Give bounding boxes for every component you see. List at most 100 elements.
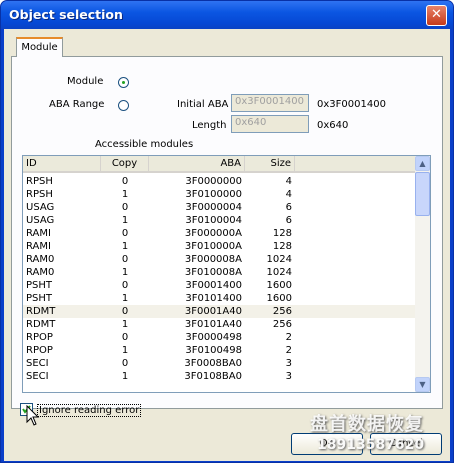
column-header-size[interactable]: Size [245,156,295,172]
cell-size: 128 [272,241,292,252]
cell-copy: 1 [121,345,129,356]
table-row[interactable]: RAM0 0 3F000008A 1024 [23,253,416,266]
radio-selected-dot [122,81,125,84]
cell-copy: 0 [121,280,129,291]
column-header-id[interactable]: ID [23,156,101,172]
cell-size: 1024 [266,267,292,278]
cell-aba: 3F0108BA0 [184,371,242,382]
title-bar[interactable]: Object selection ✕ [1,1,453,29]
cell-id: RPOP [26,332,53,343]
length-input[interactable]: 0x640 [231,115,309,133]
cell-aba: 3F0000004 [185,202,242,213]
cell-aba: 3F010000A [184,241,242,252]
close-button[interactable]: ✕ [426,5,447,26]
cell-id: PSHT [26,293,53,304]
table-row[interactable]: SECI 1 3F0108BA0 3 [23,370,416,383]
cell-aba: 3F0000000 [185,176,242,187]
cell-id: RAMI [26,241,51,252]
chevron-up-icon: ▲ [419,159,426,168]
table-row[interactable]: RAMI 0 3F000000A 128 [23,227,416,240]
cell-copy: 0 [121,202,129,213]
cell-id: SECI [26,358,49,369]
cell-id: SECI [26,371,49,382]
scroll-down-button[interactable]: ▼ [415,377,430,392]
scroll-up-button[interactable]: ▲ [415,156,430,171]
aba-range-radio-label: ABA Range [49,99,105,110]
cell-size: 256 [272,306,292,317]
cell-copy: 0 [121,254,129,265]
cell-id: USAG [26,202,55,213]
table-row[interactable]: RPOP 1 3F0100498 2 [23,344,416,357]
cell-id: RAM0 [26,254,55,265]
close-icon: ✕ [431,7,442,22]
cell-id: RDMT [26,319,56,330]
cell-size: 2 [285,332,292,343]
cell-aba: 3F0008BA0 [184,358,242,369]
table-row[interactable]: RPOP 0 3F0000498 2 [23,331,416,344]
vertical-scrollbar[interactable]: ▲ ▼ [415,156,430,392]
cell-copy: 1 [121,293,129,304]
modules-table[interactable]: ID Copy ABA Size RPSH 0 3F0000000 4 RPSH 1 3F0… [22,155,431,393]
accessible-modules-caption: Accessible modules [95,139,194,150]
table-row[interactable]: USAG 0 3F0000004 6 [23,201,416,214]
scrollbar-thumb[interactable] [415,172,430,216]
window-title: Object selection [9,7,123,22]
watermark-phone: 18913587620 [317,437,425,453]
cell-aba: 3F0101400 [185,293,242,304]
cell-id: PSHT [26,280,53,291]
cell-copy: 1 [121,215,129,226]
cell-aba: 3F000000A [184,228,242,239]
initial-aba-input[interactable]: 0x3F0001400 [231,94,309,112]
cell-aba: 3F0100000 [185,189,242,200]
cell-size: 6 [285,215,292,226]
cell-size: 1600 [266,280,292,291]
mouse-pointer-icon [26,405,40,426]
cell-copy: 1 [121,319,129,330]
ignore-error-label[interactable]: Ignore reading error [37,404,142,417]
aba-range-radio[interactable] [118,100,129,111]
table-row[interactable]: RAM0 1 3F010008A 1024 [23,266,416,279]
table-row[interactable]: RPSH 1 3F0100000 4 [23,188,416,201]
table-header: ID Copy ABA Size [23,156,416,173]
cell-aba: 3F0001400 [185,280,242,291]
cell-copy: 0 [121,228,129,239]
cell-id: RDMT [26,306,56,317]
cell-id: RAM0 [26,267,55,278]
table-row[interactable]: PSHT 0 3F0001400 1600 [23,279,416,292]
cell-size: 3 [285,358,292,369]
column-header-aba[interactable]: ABA [149,156,245,172]
cell-aba: 3F0001A40 [184,306,242,317]
length-readout: 0x640 [317,120,349,131]
table-row[interactable]: PSHT 1 3F0101400 1600 [23,292,416,305]
cell-id: USAG [26,215,55,226]
cell-aba: 3F0101A40 [184,319,242,330]
column-header-copy[interactable]: Copy [101,156,149,172]
cell-size: 2 [285,345,292,356]
dialog-body: Module Module ABA Range Initial ABA 0x3F… [4,29,450,461]
cell-id: RPSH [26,176,53,187]
cell-copy: 1 [121,371,129,382]
table-row[interactable]: RAMI 1 3F010000A 128 [23,240,416,253]
cell-size: 256 [272,319,292,330]
cell-copy: 1 [121,241,129,252]
module-radio-label: Module [67,76,104,87]
cell-copy: 0 [121,306,129,317]
cell-copy: 0 [121,176,129,187]
cell-size: 1024 [266,254,292,265]
table-row[interactable]: RPSH 0 3F0000000 4 [23,175,416,188]
cell-id: RAMI [26,228,51,239]
cell-copy: 0 [121,358,129,369]
object-selection-dialog: Object selection ✕ Module Module ABA Ran… [0,0,454,463]
cell-size: 6 [285,202,292,213]
table-row[interactable]: USAG 1 3F0100004 6 [23,214,416,227]
chevron-down-icon: ▼ [419,380,426,389]
tab-module[interactable]: Module [16,37,63,57]
cell-copy: 1 [121,189,129,200]
table-row[interactable]: RDMT 0 3F0001A40 256 [23,305,416,318]
module-radio[interactable] [118,77,129,88]
cell-size: 128 [272,228,292,239]
cell-size: 4 [285,189,292,200]
table-row[interactable]: RDMT 1 3F0101A40 256 [23,318,416,331]
cell-aba: 3F0100004 [185,215,242,226]
table-row[interactable]: SECI 0 3F0008BA0 3 [23,357,416,370]
